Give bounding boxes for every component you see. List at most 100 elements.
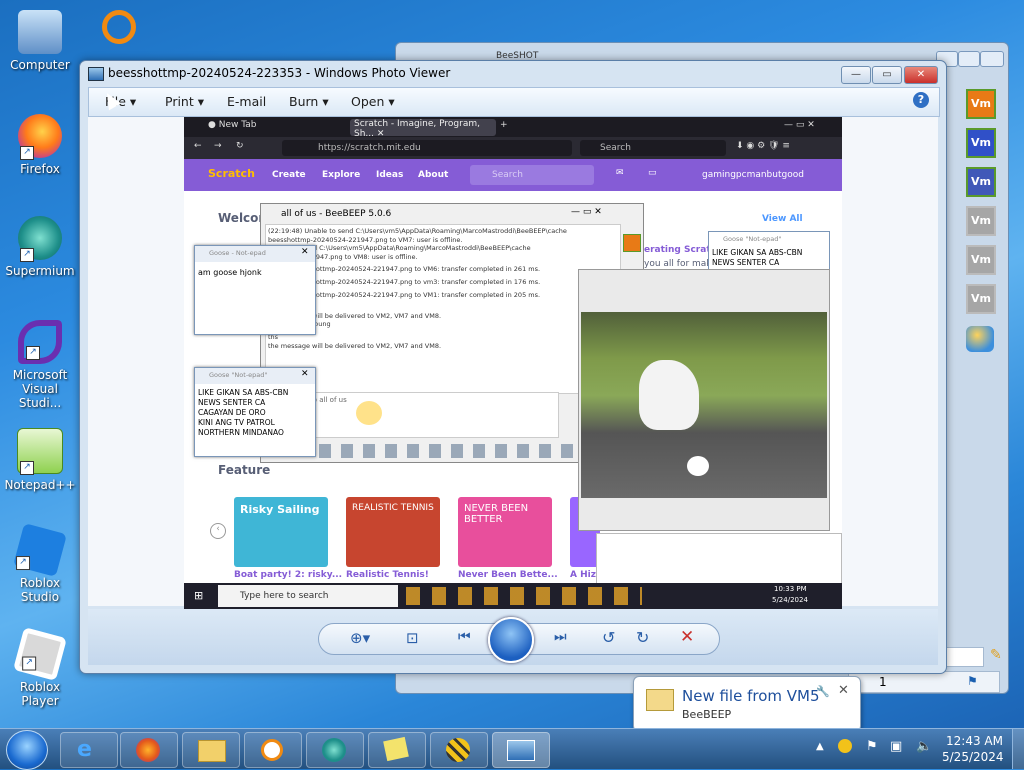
- notification-close[interactable]: ✕: [838, 683, 849, 698]
- goose-notepad-window[interactable]: Goose "Not-epad" ✕ LIKE GIKAN SA ABS-CBN…: [194, 367, 316, 457]
- notepad-close[interactable]: ✕: [301, 247, 309, 257]
- browser-search-input[interactable]: Search: [580, 140, 726, 156]
- goose-video-window[interactable]: [578, 269, 830, 531]
- project-tile[interactable]: Risky Sailing: [234, 497, 328, 567]
- vm-button[interactable]: Vm: [966, 284, 996, 314]
- taskbar-explorer[interactable]: [182, 732, 240, 768]
- project-tile[interactable]: REALISTIC TENNIS: [346, 497, 440, 567]
- folder-icon[interactable]: ▭: [648, 168, 657, 178]
- network-icon[interactable]: ▣: [890, 739, 902, 754]
- back-icon[interactable]: ←: [194, 141, 202, 151]
- wrench-icon[interactable]: 🔧: [816, 685, 830, 698]
- project-name[interactable]: Boat party! 2: risky...: [234, 570, 342, 580]
- previous-icon[interactable]: ⏮: [458, 629, 471, 645]
- bg-window-field[interactable]: [946, 647, 984, 667]
- messages-icon[interactable]: ✉: [616, 168, 624, 178]
- bg-window-maximize-button[interactable]: [958, 51, 980, 67]
- menu-email[interactable]: E-mail: [227, 94, 266, 109]
- notepad-text[interactable]: LIKE GIKAN SA ABS-CBN NEWS SENTER CA: [712, 248, 802, 268]
- scratch-search-input[interactable]: Search: [470, 165, 594, 185]
- bee-shortcut-icon[interactable]: [102, 10, 136, 44]
- taskbar-firefox[interactable]: [120, 732, 178, 768]
- desktop-icon-notepadpp[interactable]: ↗ Notepad++: [0, 428, 80, 492]
- reload-icon[interactable]: ↻: [236, 141, 244, 151]
- zoom-icon[interactable]: ⊕▾: [350, 629, 370, 647]
- menu-burn[interactable]: Burn ▾: [289, 94, 329, 109]
- flag-icon[interactable]: ⚑: [866, 739, 878, 754]
- project-name[interactable]: Never Been Bette...: [458, 570, 558, 580]
- window-controls[interactable]: — ▭ ✕: [784, 120, 815, 130]
- browser-tab-active[interactable]: Scratch - Imagine, Program, Sh... ✕: [350, 119, 496, 139]
- desktop-icon-visual-studio[interactable]: ↗ Microsoft Visual Studi...: [0, 320, 80, 410]
- vm-button[interactable]: Vm: [966, 245, 996, 275]
- beebeep-message-input[interactable]: to all of us: [305, 392, 559, 438]
- desktop-icon-roblox-player[interactable]: ↗ Roblox Player: [0, 627, 80, 708]
- taskbar-media-player[interactable]: [244, 732, 302, 768]
- close-button[interactable]: ✕: [904, 66, 938, 84]
- next-icon[interactable]: ⏭: [554, 629, 567, 645]
- toolbar-icons[interactable]: ⬇ ◉ ⚙ 🛡 ≡: [736, 141, 790, 151]
- extra-window[interactable]: [596, 533, 842, 585]
- clock-time[interactable]: 12:43 AM: [946, 734, 1003, 748]
- vm-button[interactable]: Vm: [966, 89, 996, 119]
- nav-about[interactable]: About: [418, 170, 448, 180]
- rotate-left-icon[interactable]: ↺: [602, 628, 615, 647]
- beebeep-window-controls[interactable]: — ▭ ✕: [571, 207, 602, 217]
- goose-notepad-window[interactable]: Goose "Not-epad" LIKE GIKAN SA ABS-CBN N…: [708, 231, 830, 273]
- slideshow-button[interactable]: [488, 617, 534, 663]
- users-icon[interactable]: [966, 326, 994, 352]
- scratch-username[interactable]: gamingpcmanbutgood: [702, 170, 804, 180]
- scratch-logo[interactable]: Scratch: [208, 167, 255, 180]
- inner-search-box[interactable]: Type here to search: [218, 585, 398, 607]
- broom-icon[interactable]: ✎: [990, 647, 1002, 663]
- nav-ideas[interactable]: Ideas: [376, 170, 403, 180]
- carousel-left-arrow[interactable]: ‹: [210, 523, 226, 539]
- help-button[interactable]: ?: [913, 92, 929, 108]
- notepad-text[interactable]: am goose hjonk: [198, 268, 262, 277]
- bg-window-close-button[interactable]: [980, 51, 1004, 67]
- clock-date[interactable]: 5/25/2024: [942, 750, 1004, 764]
- vm-button[interactable]: Vm: [966, 128, 996, 158]
- project-tile[interactable]: NEVER BEEN BETTER: [458, 497, 552, 567]
- taskbar-photo-viewer[interactable]: [492, 732, 550, 768]
- view-all-link[interactable]: View All: [762, 214, 803, 224]
- goose-notepad-window[interactable]: Goose - Not-epad ✕ am goose hjonk: [194, 245, 316, 335]
- beebeep-side-vm[interactable]: [623, 234, 641, 252]
- show-desktop-button[interactable]: [1012, 729, 1024, 769]
- taskbar-supermium[interactable]: [306, 732, 364, 768]
- taskbar-beebeep[interactable]: [430, 732, 488, 768]
- notification-balloon[interactable]: New file from VM5 BeeBEEP 🔧 ✕: [633, 676, 861, 732]
- project-name[interactable]: Realistic Tennis!: [346, 570, 429, 580]
- vm-button[interactable]: Vm: [966, 206, 996, 236]
- browser-tab[interactable]: ● New Tab: [208, 120, 328, 135]
- nav-explore[interactable]: Explore: [322, 170, 360, 180]
- notepad-close[interactable]: ✕: [301, 369, 309, 379]
- actual-size-icon[interactable]: ⊡: [406, 629, 419, 647]
- beebeep-toolbar[interactable]: [319, 444, 619, 458]
- show-hidden-icons[interactable]: ▲: [816, 741, 824, 752]
- rotate-right-icon[interactable]: ↻: [636, 628, 649, 647]
- desktop-icon-firefox[interactable]: ↗ Firefox: [0, 114, 80, 176]
- desktop-icon-roblox-studio[interactable]: ↗ Roblox Studio: [0, 523, 80, 604]
- taskbar-ie[interactable]: e: [60, 732, 118, 768]
- menu-open[interactable]: Open ▾: [351, 94, 395, 109]
- volume-muted-icon[interactable]: 🔈: [916, 739, 932, 754]
- minimize-button[interactable]: —: [841, 66, 871, 84]
- photo-viewer-window[interactable]: beesshottmp-20240524-223353 - Windows Ph…: [79, 60, 947, 674]
- pin-icon[interactable]: ⚑: [967, 674, 978, 688]
- nav-create[interactable]: Create: [272, 170, 306, 180]
- desktop-icon-computer[interactable]: Computer: [0, 10, 80, 72]
- menu-print[interactable]: Print ▾: [165, 94, 204, 109]
- vm-button[interactable]: Vm: [966, 167, 996, 197]
- start-button[interactable]: [6, 730, 48, 770]
- taskbar-notes[interactable]: [368, 732, 426, 768]
- inner-taskbar-apps[interactable]: [406, 587, 642, 605]
- address-input[interactable]: https://scratch.mit.edu: [282, 140, 572, 156]
- new-tab-icon[interactable]: +: [500, 120, 508, 130]
- inner-start-icon[interactable]: ⊞: [194, 589, 203, 602]
- delete-icon[interactable]: ✕: [680, 627, 694, 647]
- forward-icon[interactable]: →: [214, 141, 222, 151]
- maximize-button[interactable]: ▭: [872, 66, 902, 84]
- desktop-icon-supermium[interactable]: ↗ Supermium: [0, 216, 80, 278]
- beebeep-tray-icon[interactable]: [838, 739, 852, 753]
